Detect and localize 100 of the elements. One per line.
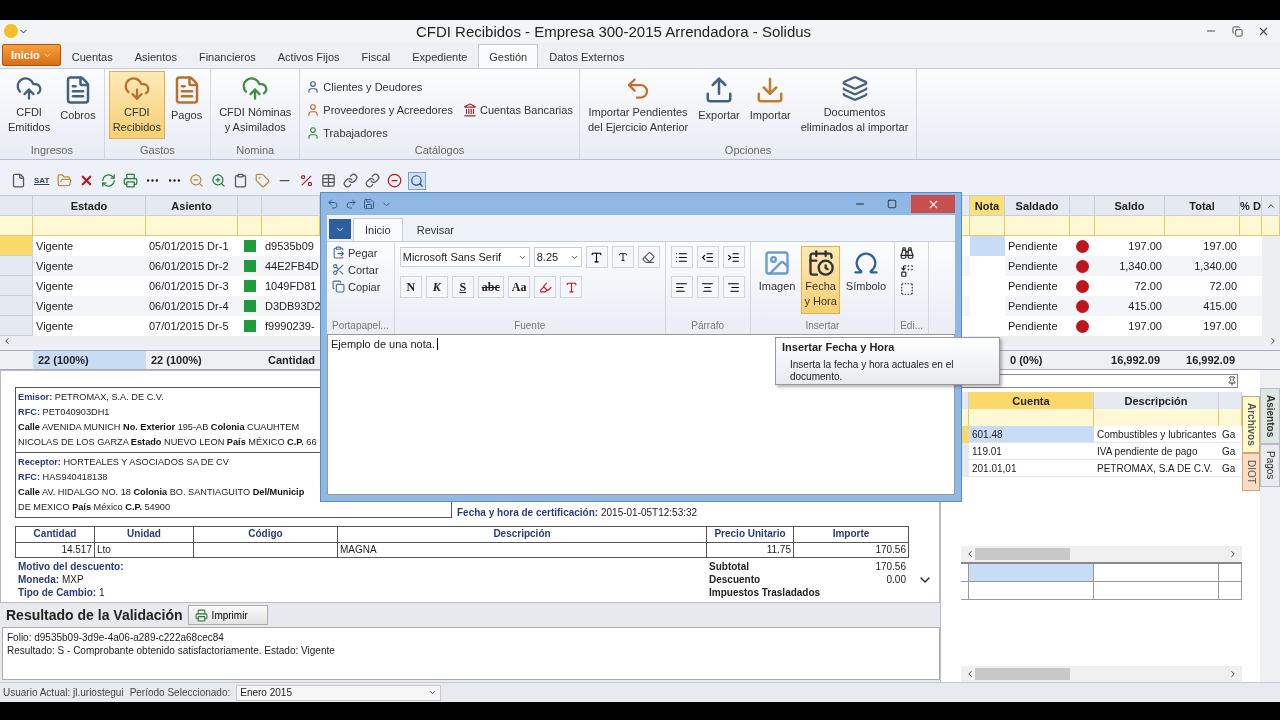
filter-cell[interactable] <box>0 216 33 236</box>
ribbon-button[interactable]: Exportar <box>694 71 744 139</box>
side-tab[interactable]: Archivos <box>1242 396 1260 453</box>
align-center-button[interactable] <box>696 276 719 298</box>
ribbon-button[interactable]: CFDI Emitidos <box>4 71 55 139</box>
filter-cell[interactable] <box>1219 409 1242 426</box>
scroll-right-icon[interactable] <box>1268 336 1278 346</box>
font-family-select[interactable]: Microsoft Sans Serif <box>399 247 530 267</box>
ribbon-button[interactable]: Cuentas Bancarias <box>460 98 575 121</box>
outdent-button[interactable] <box>696 246 719 268</box>
table-cell: Pendiente <box>1005 256 1070 276</box>
ribbon-button[interactable]: Importar Pendientes del Ejercicio Anterior <box>583 71 693 139</box>
stop-icon[interactable] <box>386 172 404 189</box>
filter-cell[interactable] <box>262 216 320 236</box>
link-icon[interactable] <box>364 172 382 189</box>
save-icon[interactable] <box>363 198 375 210</box>
ribbon-button[interactable]: Clientes y Deudores <box>304 75 455 98</box>
format-button[interactable]: abc <box>477 276 504 298</box>
ribbon-tab[interactable]: Activos Fijos <box>266 44 351 68</box>
font-color-button[interactable] <box>560 276 583 298</box>
new-file-icon[interactable] <box>10 172 27 189</box>
ribbon-tab[interactable]: Datos Externos <box>538 44 636 68</box>
format-button[interactable]: S <box>451 276 474 298</box>
clipboard-button[interactable]: Cortar <box>332 263 381 276</box>
ribbon-button[interactable]: Importar <box>745 71 795 139</box>
filter-cell[interactable] <box>970 216 1005 236</box>
filter-cell[interactable] <box>238 216 262 236</box>
clipboard-button[interactable]: Pegar <box>332 246 381 259</box>
side-tab[interactable]: Asientos <box>1260 388 1280 445</box>
scroll-left-icon[interactable] <box>965 548 975 559</box>
refresh-icon[interactable] <box>100 172 118 189</box>
filter-cell[interactable] <box>1165 216 1240 236</box>
filter-cell[interactable] <box>146 216 238 236</box>
filter-cell[interactable] <box>1094 409 1219 426</box>
indent-button[interactable] <box>722 246 745 268</box>
scroll-thumb[interactable] <box>975 668 1070 680</box>
ribbon-tab[interactable]: Asientos <box>123 44 188 68</box>
ribbon-tab[interactable]: Fiscal <box>350 44 402 68</box>
font-size-select[interactable]: 8.25 <box>533 247 582 267</box>
period-select[interactable]: Enero 2015 <box>236 684 442 701</box>
insert-button[interactable]: Símbolo <box>842 246 890 314</box>
format-button[interactable]: K <box>425 276 448 298</box>
insert-button[interactable]: Fecha y Hora <box>801 246 840 314</box>
clear-format-button[interactable] <box>637 246 660 268</box>
scroll-left-icon[interactable] <box>965 669 975 679</box>
align-right-button[interactable] <box>722 276 745 298</box>
ribbon-tab[interactable]: Financieros <box>187 44 267 68</box>
replace-icon[interactable] <box>900 264 915 278</box>
side-tab[interactable]: Pagos <box>1260 444 1280 487</box>
find-icon[interactable] <box>900 246 915 260</box>
redo-icon[interactable] <box>345 198 357 210</box>
scroll-right-icon[interactable] <box>1228 548 1238 559</box>
bullet-list-button[interactable] <box>670 246 693 268</box>
side-tab[interactable]: DIOT <box>1242 452 1260 491</box>
print-button[interactable]: Imprimir <box>187 605 268 625</box>
shrink-font-button[interactable] <box>611 246 634 268</box>
ribbon-button[interactable]: Proveedores y Acreedores <box>304 98 455 121</box>
format-button[interactable]: N <box>399 276 422 298</box>
ribbon-tab[interactable]: Revisar <box>404 218 466 241</box>
clipboard-button[interactable]: Copiar <box>332 280 381 293</box>
close-button[interactable] <box>911 195 955 213</box>
print-icon[interactable] <box>122 172 140 189</box>
group-label: Nomina <box>235 144 276 158</box>
grow-font-button[interactable] <box>585 246 608 268</box>
filter-cell[interactable] <box>1070 216 1095 236</box>
filter-cell[interactable] <box>1095 216 1165 236</box>
ribbon-tab[interactable]: Expediente <box>401 44 479 68</box>
scroll-left-icon[interactable] <box>2 336 12 346</box>
zoom-in-icon[interactable] <box>210 172 228 189</box>
table-icon[interactable] <box>320 172 338 189</box>
filter-cell[interactable] <box>969 409 1094 426</box>
folder-icon[interactable] <box>56 172 74 189</box>
ribbon-tab[interactable]: Cuentas <box>60 44 124 68</box>
ribbon-tab[interactable]: Inicio <box>353 218 403 241</box>
align-left-button[interactable] <box>670 276 693 298</box>
link-icon[interactable] <box>342 172 360 189</box>
scroll-thumb[interactable] <box>975 547 1070 560</box>
highlight-button[interactable] <box>534 276 557 298</box>
ribbon-button[interactable]: Trabajadores <box>304 121 455 144</box>
search-icon[interactable] <box>408 171 427 190</box>
filter-cell[interactable] <box>1005 216 1070 236</box>
copy-icon <box>332 280 345 293</box>
sat-button[interactable]: SAT <box>32 176 52 185</box>
ribbon-tab[interactable]: Gestión <box>478 44 539 68</box>
format-button[interactable]: Aa <box>507 276 531 298</box>
ribbon-button[interactable]: CFDI Nóminas y Asimilados <box>215 71 296 139</box>
zoom-out-icon[interactable] <box>188 172 206 189</box>
ribbon-button[interactable]: Cobros <box>56 71 100 139</box>
paste-icon <box>332 246 345 259</box>
ribbon-button[interactable]: CFDI Recibidos <box>108 71 165 139</box>
filter-cell[interactable] <box>1240 216 1262 236</box>
insert-button[interactable]: Imagen <box>755 246 799 314</box>
ribbon-button[interactable]: Documentos eliminados al importar <box>796 71 913 139</box>
letter-icon <box>590 250 604 264</box>
undo-icon[interactable] <box>327 198 339 210</box>
filter-cell[interactable] <box>33 216 146 236</box>
ribbon-button[interactable]: Pagos <box>166 71 207 139</box>
scroll-right-icon[interactable] <box>1228 669 1238 679</box>
select-all-icon[interactable] <box>900 282 915 296</box>
pin-icon[interactable] <box>1227 376 1237 386</box>
